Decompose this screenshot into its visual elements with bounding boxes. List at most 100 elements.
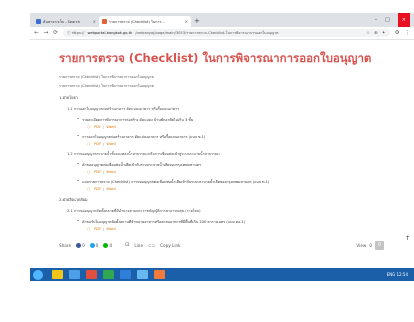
subsection-heading: 1.1 การออกใบอนุญาตก่อสร้างอาคาร ดัดแปลงอ… (67, 107, 180, 111)
share-count: 0 (109, 242, 113, 248)
app-icon[interactable] (137, 270, 148, 279)
breadcrumb-subtitle: รายการตรวจ (Checklist) ในการพิจารณาการออ… (59, 84, 154, 88)
list-item: • แบบรายการตรวจ (Checklist) การขออนุญาตต่… (77, 179, 399, 185)
line-button[interactable]: Line (134, 243, 143, 248)
circle-bullet-icon: ○ (87, 170, 91, 174)
forward-button[interactable]: → (44, 30, 49, 36)
bullet-icon: • (77, 134, 80, 138)
link-separator: | (103, 125, 105, 129)
excel-icon[interactable] (103, 270, 114, 279)
download-links: ○ PDF | Word (87, 170, 399, 174)
extension-icon[interactable]: ✦ (382, 31, 386, 36)
minimize-button[interactable]: – (375, 17, 378, 23)
pdf-link[interactable]: PDF (94, 170, 101, 174)
list-item: • รายละเอียดการพิจารณาการก่อสร้าง ดัดแปลง… (77, 117, 399, 123)
word-icon[interactable] (120, 270, 131, 279)
tab-close-icon[interactable]: × (185, 19, 188, 24)
view-badge: 0 (375, 240, 384, 250)
pdf-link[interactable]: PDF (94, 142, 101, 146)
tab-bar: ค้นหาจากเว็บ - Search × รายการตรวจ (Chec… (30, 13, 414, 27)
share-label: Share (59, 242, 72, 248)
subsection-heading: 1.2 การขออนุญาตระบายน้ำทิ้งลงแหล่งน้ำสาธ… (67, 152, 221, 156)
circle-bullet-icon: ○ (87, 125, 91, 129)
zoom-icon[interactable]: ⊕ (374, 31, 378, 36)
close-window-button[interactable]: × (397, 13, 410, 27)
list-item: • คำขออนุญาตต่อเชื่อมท่อน้ำเสียเข้ากับระบ… (77, 162, 399, 168)
subsection-heading: 2.1 การขออนุญาตจัดตั้งตลาดที่มีอำนาจตามพ… (67, 209, 201, 213)
download-links: ○ PDF | Word (87, 187, 399, 191)
search-favicon-icon (36, 19, 41, 24)
facebook-share-button[interactable]: 0 (76, 242, 85, 248)
tab-label: รายการตรวจ (Checklist) ในการ... (109, 19, 165, 24)
breadcrumb: รายการตรวจ (Checklist) ในการพิจารณาการออ… (59, 75, 154, 79)
section-heading: 2.ฝ่ายสิ่งแวดล้อม (59, 197, 88, 202)
list-item-text: รายละเอียดการพิจารณาการก่อสร้าง ดัดแปลง … (82, 118, 194, 122)
browser-icon[interactable] (69, 270, 80, 279)
list-item-text: คำขอรับใบอนุญาตจัดตั้งสถานที่จำหน่ายอาหา… (82, 220, 245, 224)
file-explorer-icon[interactable] (52, 270, 63, 279)
word-link[interactable]: Word (106, 125, 115, 129)
url-path: /ombanyoj/page/main/3053/รายการตรวจ-Chec… (135, 31, 279, 35)
pdf-link[interactable]: PDF (94, 125, 101, 129)
start-button[interactable] (33, 269, 43, 280)
tab-search[interactable]: ค้นหาจากเว็บ - Search × (33, 16, 99, 27)
article: รายการตรวจ (Checklist) ในการพิจารณาการออ… (59, 40, 399, 250)
tab-label: ค้นหาจากเว็บ - Search (43, 19, 81, 24)
line-chat-icon: ⊡ (125, 242, 130, 248)
bookmark-star-icon[interactable]: ☆ (366, 31, 370, 36)
back-button[interactable]: ← (34, 30, 39, 36)
share-bar: Share 0 0 0 ⊡ Line ⊂⊃ Copy Link View 0 0 (59, 240, 399, 250)
facebook-icon (76, 242, 82, 248)
bullet-icon: • (77, 117, 80, 121)
copy-link-icon: ⊂⊃ (148, 242, 156, 248)
section-heading: 1.ฝ่ายโยธา (59, 95, 78, 100)
new-tab-button[interactable]: + (194, 16, 200, 27)
download-links: ○ PDF | Word (87, 227, 399, 231)
settings-icon[interactable]: ⚙ (395, 30, 400, 36)
link-separator: | (103, 170, 105, 174)
line-icon (103, 242, 109, 248)
window-controls: – □ × (375, 13, 414, 27)
maximize-button[interactable]: □ (385, 17, 390, 23)
list-item-text: การออกใบอนุญาตก่อสร้างอาคาร ดัดแปลงอาคาร… (82, 135, 206, 139)
bullet-icon: • (77, 179, 80, 183)
chrome-icon[interactable] (86, 270, 97, 279)
view-counter: View 0 0 (356, 240, 384, 250)
word-link[interactable]: Word (106, 227, 115, 231)
page-title: รายการตรวจ (Checklist) ในการพิจารณาการออ… (59, 51, 372, 65)
circle-bullet-icon: ○ (87, 142, 91, 146)
copy-link-button[interactable]: Copy Link (160, 243, 181, 248)
line-share-button[interactable]: 0 (103, 242, 113, 248)
menu-icon[interactable]: ⋮ (405, 30, 411, 36)
tray-clock[interactable]: ENG 12:54 (387, 272, 408, 277)
system-tray: ENG 12:54 (387, 272, 408, 277)
word-link[interactable]: Word (106, 142, 115, 146)
circle-bullet-icon: ○ (87, 187, 91, 191)
bullet-icon: • (77, 219, 80, 223)
word-link[interactable]: Word (106, 170, 115, 174)
tab-checklist[interactable]: รายการตรวจ (Checklist) ในการ... × (99, 16, 191, 27)
download-links: ○ PDF | Word (87, 142, 399, 146)
link-separator: | (103, 187, 105, 191)
browser-toolbar: ← → ⟳ ⓘ https://webportal.bangkok.go.th /… (30, 27, 414, 40)
bullet-icon: • (77, 162, 80, 166)
link-separator: | (103, 227, 105, 231)
list-item-text: แบบรายการตรวจ (Checklist) การขออนุญาตต่อ… (82, 180, 270, 184)
word-link[interactable]: Word (106, 187, 115, 191)
share-count: 0 (95, 242, 99, 248)
taskbar-apps (52, 270, 165, 279)
twitter-share-button[interactable]: 0 (89, 242, 99, 248)
reload-button[interactable]: ⟳ (53, 30, 58, 36)
address-bar[interactable]: ⓘ https://webportal.bangkok.go.th/ombany… (62, 29, 390, 37)
scroll-top-button[interactable]: ↑ (405, 235, 410, 242)
list-item: • คำขอรับใบอนุญาตจัดตั้งสถานที่จำหน่ายอาห… (77, 219, 399, 225)
app-icon[interactable] (154, 270, 165, 279)
pdf-link[interactable]: PDF (94, 187, 101, 191)
url-scheme: ⓘ https:// (66, 30, 85, 35)
list-item: • การออกใบอนุญาตก่อสร้างอาคาร ดัดแปลงอาคา… (77, 134, 399, 140)
site-favicon-icon (102, 19, 107, 24)
link-separator: | (103, 142, 105, 146)
pdf-link[interactable]: PDF (94, 227, 101, 231)
tab-close-icon[interactable]: × (93, 19, 96, 24)
taskbar: ENG 12:54 (30, 268, 414, 281)
